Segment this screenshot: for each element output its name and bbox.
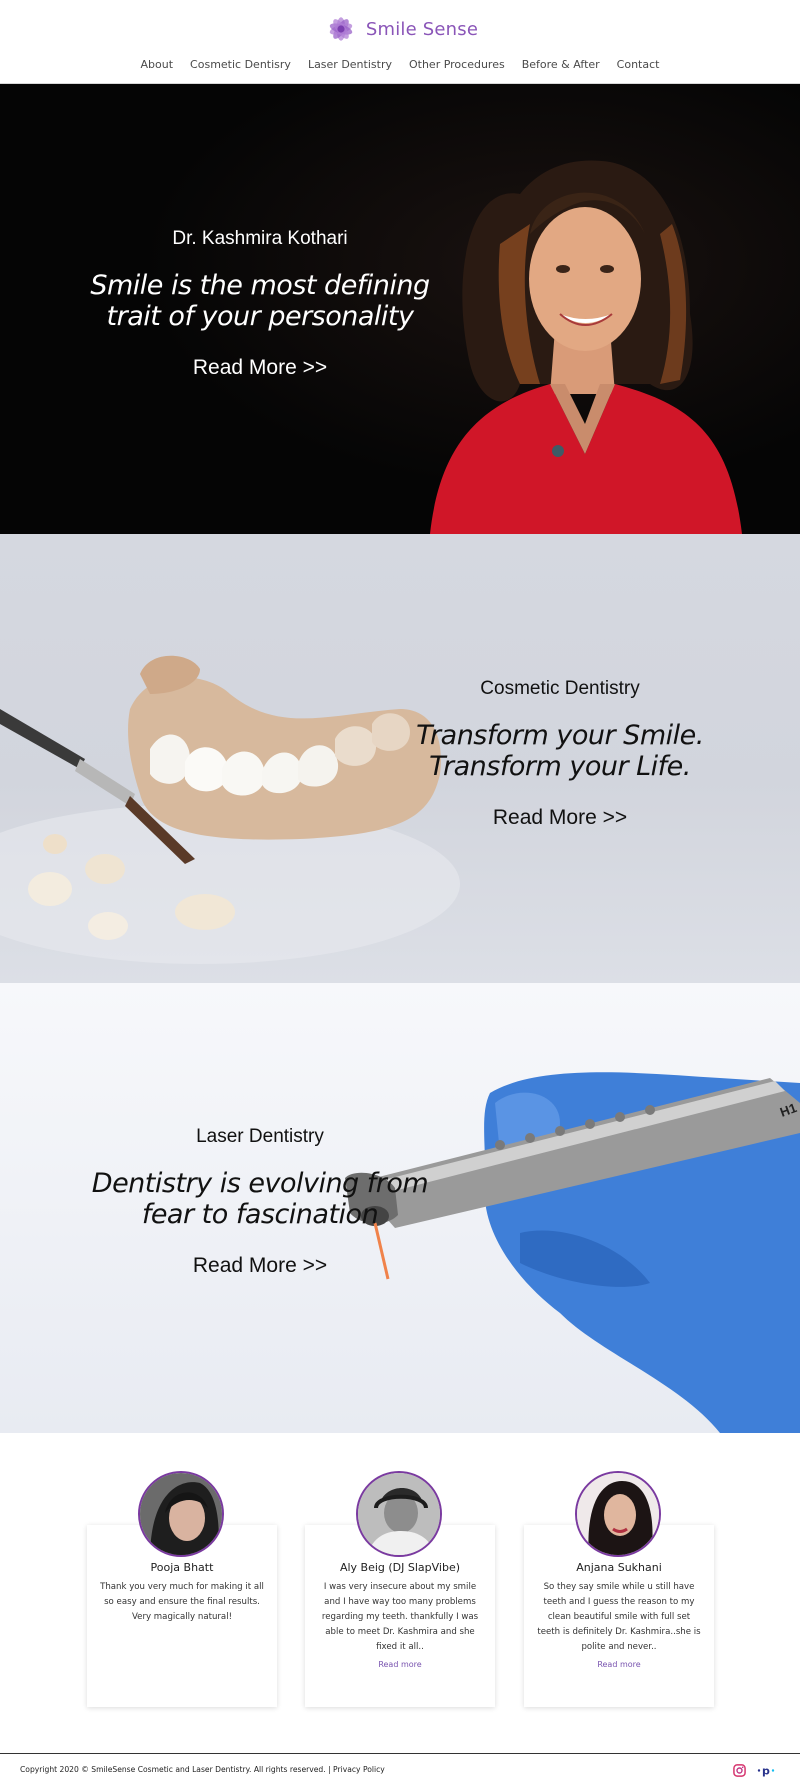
read-more-link[interactable]: Read more <box>317 1660 483 1669</box>
read-more-link[interactable]: Read more <box>536 1660 702 1669</box>
avatar <box>356 1471 442 1557</box>
testimonials-section: Pooja Bhatt Thank you very much for maki… <box>0 1433 800 1753</box>
nav-laser-dentistry[interactable]: Laser Dentistry <box>308 58 392 71</box>
testimonial-name: Anjana Sukhani <box>576 1561 662 1574</box>
instagram-icon[interactable] <box>732 1763 746 1777</box>
nav-before-after[interactable]: Before & After <box>522 58 600 71</box>
quote-line: fear to fascination <box>141 1199 379 1230</box>
quote-line: Transform your Life. <box>429 751 691 782</box>
brand-name: Smile Sense <box>365 18 479 40</box>
avatar <box>138 1471 224 1557</box>
testimonial-name: Aly Beig (DJ SlapVibe) <box>339 1561 461 1574</box>
site-footer: Copyright 2020 © SmileSense Cosmetic and… <box>0 1753 800 1782</box>
hero-quote: Dentistry is evolving from fear to fasci… <box>60 1168 460 1230</box>
nav-other-procedures[interactable]: Other Procedures <box>409 58 505 71</box>
quote-line: trait of your personality <box>106 301 414 332</box>
hero-doctor-caption: Dr. Kashmira Kothari Smile is the most d… <box>60 228 460 380</box>
nav-cosmetic-dentistry[interactable]: Cosmetic Dentisry <box>190 58 291 71</box>
hero-subtitle: Dr. Kashmira Kothari <box>172 228 348 249</box>
main-nav: About Cosmetic Dentisry Laser Dentistry … <box>0 58 800 71</box>
hero-quote: Transform your Smile. Transform your Lif… <box>380 720 740 782</box>
brand-logo[interactable]: Smile Sense <box>0 11 800 47</box>
site-header: Smile Sense About Cosmetic Dentisry Lase… <box>0 0 800 84</box>
testimonial-name: Pooja Bhatt <box>150 1561 214 1574</box>
avatar <box>575 1471 661 1557</box>
hero-doctor: Dr. Kashmira Kothari Smile is the most d… <box>0 84 800 534</box>
hero-laser: H1 Laser Dentistry Dentistry is evolving… <box>0 983 800 1433</box>
hero-subtitle: Laser Dentistry <box>196 1126 324 1147</box>
hero-laser-caption: Laser Dentistry Dentistry is evolving fr… <box>60 1126 460 1278</box>
quote-line: Smile is the most defining <box>90 270 430 301</box>
copyright-text: Copyright 2020 © SmileSense Cosmetic and… <box>20 1765 385 1774</box>
hero-cosmetic-caption: Cosmetic Dentistry Transform your Smile.… <box>380 678 740 830</box>
practo-icon[interactable]: p <box>757 1763 777 1777</box>
testimonial-text: I was very insecure about my smile and I… <box>321 1582 479 1652</box>
quote-line: Transform your Smile. <box>416 720 704 751</box>
nav-contact[interactable]: Contact <box>617 58 660 71</box>
read-more-button[interactable]: Read More >> <box>193 1254 327 1278</box>
testimonial-text: So they say smile while u still have tee… <box>537 1582 701 1652</box>
lotus-logo-icon <box>329 17 353 41</box>
testimonial-text: Thank you very much for making it all so… <box>100 1582 264 1622</box>
hero-cosmetic: Cosmetic Dentistry Transform your Smile.… <box>0 534 800 983</box>
read-more-button[interactable]: Read More >> <box>193 356 327 380</box>
quote-line: Dentistry is evolving from <box>91 1168 429 1199</box>
hero-quote: Smile is the most defining trait of your… <box>60 270 460 332</box>
nav-about[interactable]: About <box>141 58 174 71</box>
svg-text:p: p <box>762 1764 770 1777</box>
read-more-button[interactable]: Read More >> <box>493 806 627 830</box>
hero-subtitle: Cosmetic Dentistry <box>480 678 640 699</box>
